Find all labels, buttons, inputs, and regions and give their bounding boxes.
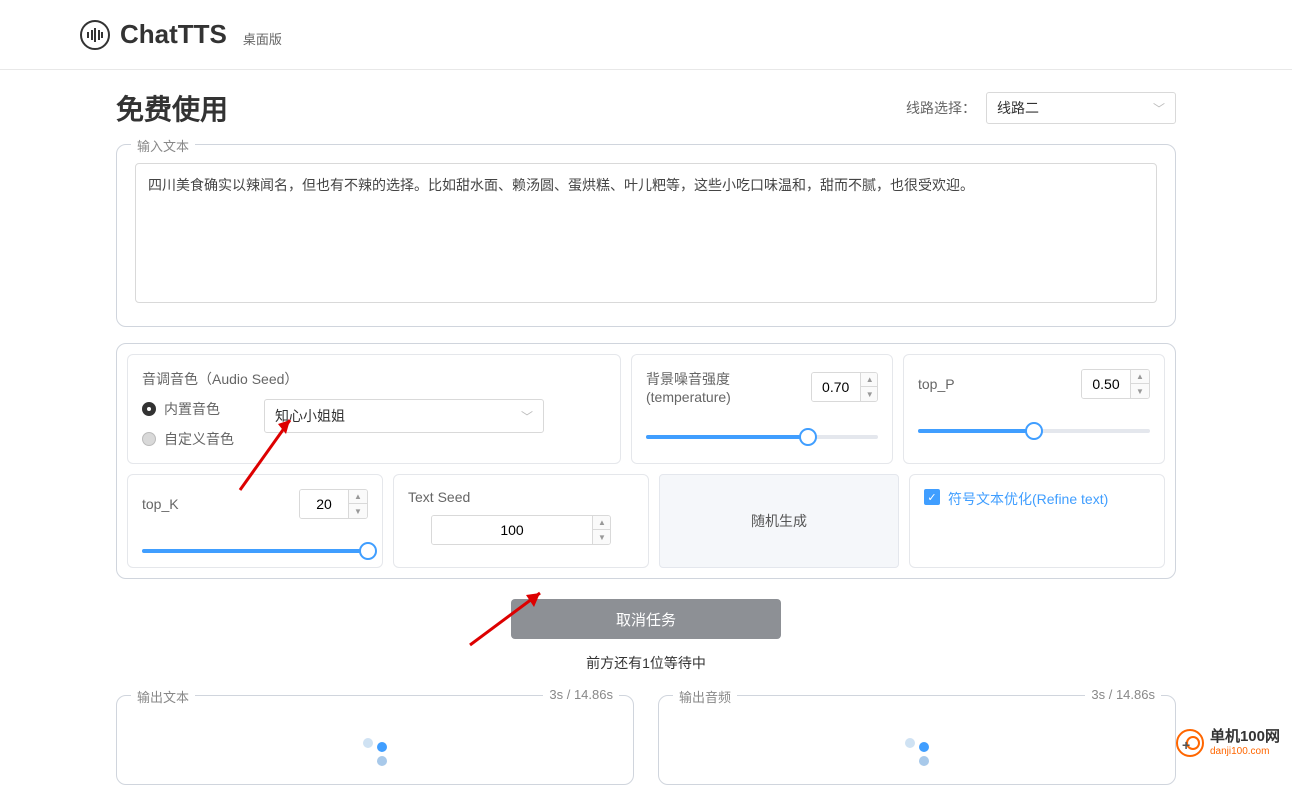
spinner-down-icon[interactable]: ▼ [593,530,611,545]
radio-builtin-label: 内置音色 [164,399,220,419]
app-subtitle: 桌面版 [243,29,282,48]
watermark-cn: 单机100网 [1210,729,1280,746]
chevron-down-icon: ﹀ [1153,100,1165,117]
logo-icon [80,20,110,50]
input-textarea[interactable] [135,163,1157,303]
refine-text-label: 符号文本优化(Refine text) [948,489,1108,509]
checkbox-checked-icon: ✓ [924,489,940,505]
top-p-input[interactable]: ▲▼ [1081,369,1150,399]
route-select[interactable]: 线路二 ﹀ [986,92,1176,124]
page-title: 免费使用 [116,88,228,128]
input-text-legend: 输入文本 [131,136,195,155]
route-select-value: 线路二 [997,98,1039,118]
params-panel: 音调音色（Audio Seed） 内置音色 自定义音色 知心小姐姐 [116,343,1176,579]
top-p-card: top_P ▲▼ [903,354,1165,464]
cancel-task-button[interactable]: 取消任务 [511,599,781,639]
loading-spinner-icon [357,738,393,766]
temperature-card: 背景噪音强度(temperature) ▲▼ [631,354,893,464]
top-k-input-field[interactable] [300,490,348,518]
top-k-input[interactable]: ▲▼ [299,489,368,519]
watermark-logo-icon: + [1176,729,1204,757]
spinner-up-icon[interactable]: ▲ [593,515,611,530]
loading-spinner-icon [899,738,935,766]
temperature-label: 背景噪音强度(temperature) [646,369,811,405]
spinner-up-icon[interactable]: ▲ [349,489,367,504]
output-audio-card: 输出音频 3s / 14.86s [658,695,1176,785]
spinner-down-icon[interactable]: ▼ [861,387,878,402]
app-title: ChatTTS [120,19,227,50]
temperature-input-field[interactable] [812,373,860,401]
audio-seed-label: 音调音色（Audio Seed） [142,369,606,389]
text-seed-card: Text Seed ▲▼ [393,474,649,568]
audio-seed-card: 音调音色（Audio Seed） 内置音色 自定义音色 知心小姐姐 [127,354,621,464]
text-seed-input-field[interactable] [432,516,592,544]
radio-dot-checked-icon [142,402,156,416]
spinner-down-icon[interactable]: ▼ [349,504,367,519]
text-seed-label: Text Seed [408,489,634,505]
text-seed-input[interactable]: ▲▼ [431,515,611,545]
spinner-up-icon[interactable]: ▲ [861,372,878,387]
output-text-card: 输出文本 3s / 14.86s [116,695,634,785]
refine-text-card[interactable]: ✓ 符号文本优化(Refine text) [909,474,1165,568]
random-generate-button[interactable]: 随机生成 [659,474,899,568]
top-p-label: top_P [918,376,955,392]
radio-builtin[interactable]: 内置音色 [142,399,234,419]
temperature-slider[interactable] [646,435,878,439]
top-p-input-field[interactable] [1082,370,1130,398]
spinner-up-icon[interactable]: ▲ [1131,369,1149,384]
audio-preset-value: 知心小姐姐 [275,406,345,426]
watermark: + 单机100网 danji100.com [1176,729,1280,757]
audio-preset-select[interactable]: 知心小姐姐 ﹀ [264,399,544,433]
watermark-en: danji100.com [1210,746,1280,757]
top-p-slider[interactable] [918,429,1150,433]
top-k-slider[interactable] [142,549,368,553]
output-text-time: 3s / 14.86s [543,687,619,702]
radio-custom-label: 自定义音色 [164,429,234,449]
radio-dot-unchecked-icon [142,432,156,446]
output-audio-legend: 输出音频 [673,687,737,706]
spinner-down-icon[interactable]: ▼ [1131,384,1149,399]
output-text-legend: 输出文本 [131,687,195,706]
queue-status: 前方还有1位等待中 [116,653,1176,673]
route-label: 线路选择： [906,98,976,118]
input-text-group: 输入文本 [116,144,1176,327]
header: ChatTTS 桌面版 [0,0,1292,70]
top-k-label: top_K [142,496,179,512]
radio-custom[interactable]: 自定义音色 [142,429,234,449]
top-k-card: top_K ▲▼ [127,474,383,568]
temperature-input[interactable]: ▲▼ [811,372,878,402]
chevron-down-icon: ﹀ [521,408,533,425]
random-generate-label: 随机生成 [751,511,807,531]
output-audio-time: 3s / 14.86s [1085,687,1161,702]
